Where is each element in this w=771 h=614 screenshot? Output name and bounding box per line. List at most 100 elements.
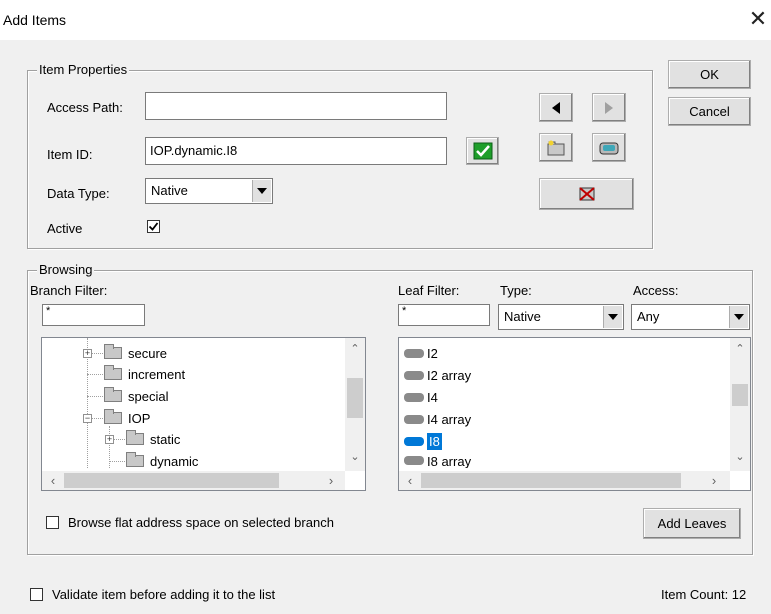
folder-icon bbox=[104, 344, 122, 359]
leaf-item-label: I4 bbox=[427, 389, 438, 405]
branch-filter-input[interactable]: * bbox=[42, 304, 145, 326]
close-icon[interactable]: ✕ bbox=[746, 6, 770, 32]
leaf-item-label: I8 array bbox=[427, 454, 472, 468]
tree-item-label: secure bbox=[128, 345, 168, 361]
data-type-select[interactable]: Native bbox=[145, 178, 273, 204]
item-id-label: Item ID: bbox=[47, 147, 93, 162]
validate-label: Validate item before adding it to the li… bbox=[52, 587, 276, 602]
window-title: Add Items bbox=[3, 12, 67, 28]
branch-tree[interactable]: + − + secure increment special IOP stati… bbox=[41, 337, 366, 491]
branch-filter-label: Branch Filter: bbox=[30, 283, 108, 298]
leaf-item-i8[interactable]: I8 bbox=[404, 430, 442, 452]
new-item-icon bbox=[547, 140, 565, 155]
tree-item-special[interactable]: special bbox=[104, 386, 168, 406]
type-label: Type: bbox=[500, 283, 532, 298]
chevron-down-icon[interactable] bbox=[603, 306, 622, 328]
tree-item-label: increment bbox=[128, 366, 186, 382]
folder-icon bbox=[126, 430, 144, 445]
title-bar bbox=[0, 0, 771, 40]
tree-item-secure[interactable]: secure bbox=[104, 343, 167, 363]
scroll-thumb[interactable] bbox=[347, 378, 363, 418]
leaf-icon bbox=[404, 456, 424, 465]
tree-vertical-scrollbar[interactable]: ⌃ ⌄ bbox=[345, 338, 365, 471]
cancel-button[interactable]: Cancel bbox=[668, 97, 751, 126]
tree-horizontal-scrollbar[interactable]: ‹ › bbox=[42, 471, 345, 490]
tree-line bbox=[87, 374, 105, 375]
leaf-horizontal-scrollbar[interactable]: ‹ › bbox=[399, 471, 730, 490]
browse-flat-checkbox[interactable] bbox=[46, 516, 59, 529]
browse-flat-label: Browse flat address space on selected br… bbox=[68, 515, 334, 530]
scroll-up-icon[interactable]: ⌃ bbox=[730, 342, 750, 355]
item-count: Item Count: 12 bbox=[661, 587, 747, 602]
collapse-icon[interactable]: − bbox=[83, 414, 92, 423]
add-leaves-button[interactable]: Add Leaves bbox=[643, 508, 741, 539]
tree-item-increment[interactable]: increment bbox=[104, 364, 185, 384]
scroll-right-icon[interactable]: › bbox=[707, 473, 721, 488]
scroll-down-icon[interactable]: ⌄ bbox=[345, 450, 365, 463]
access-path-input[interactable] bbox=[145, 92, 447, 120]
duplicate-icon bbox=[599, 142, 619, 154]
folder-icon bbox=[104, 365, 122, 380]
access-select[interactable]: Any bbox=[631, 304, 750, 330]
item-id-input[interactable]: IOP.dynamic.I8 bbox=[145, 137, 447, 165]
leaf-icon bbox=[404, 392, 424, 402]
leaf-item-label: I4 array bbox=[427, 411, 472, 427]
leaf-icon bbox=[404, 436, 424, 446]
tree-item-label: IOP bbox=[128, 410, 151, 426]
delete-icon bbox=[578, 187, 595, 201]
leaf-icon bbox=[404, 414, 424, 424]
type-select[interactable]: Native bbox=[498, 304, 624, 330]
scroll-thumb[interactable] bbox=[421, 473, 681, 488]
tree-item-label: special bbox=[128, 388, 169, 404]
checkmark-icon bbox=[473, 142, 492, 160]
active-label: Active bbox=[47, 221, 83, 236]
validate-checkbox[interactable] bbox=[30, 588, 43, 601]
tree-item-iop[interactable]: IOP bbox=[104, 408, 150, 428]
validate-item-button[interactable] bbox=[466, 137, 499, 165]
item-properties-label: Item Properties bbox=[37, 62, 130, 77]
leaf-icon bbox=[404, 370, 424, 380]
scroll-right-icon[interactable]: › bbox=[324, 473, 338, 488]
leaf-item-i8-array[interactable]: I8 array bbox=[404, 452, 471, 468]
leaf-list[interactable]: I2 I2 array I4 I4 array I8 I8 array ⌃ ⌄ … bbox=[398, 337, 751, 491]
leaf-vertical-scrollbar[interactable]: ⌃ ⌄ bbox=[730, 338, 750, 471]
arrow-right-icon bbox=[605, 101, 613, 114]
expand-icon[interactable]: + bbox=[83, 349, 92, 358]
leaf-filter-label: Leaf Filter: bbox=[398, 283, 460, 298]
tree-line bbox=[109, 461, 127, 462]
leaf-filter-input[interactable]: * bbox=[398, 304, 490, 326]
tree-item-label: static bbox=[150, 431, 181, 447]
leaf-item-label: I2 array bbox=[427, 367, 472, 383]
scroll-left-icon[interactable]: ‹ bbox=[403, 473, 417, 488]
leaf-item-i4[interactable]: I4 bbox=[404, 386, 438, 408]
tree-item-dynamic[interactable]: dynamic bbox=[126, 451, 198, 471]
arrow-left-icon bbox=[552, 101, 560, 114]
scroll-thumb[interactable] bbox=[732, 384, 748, 406]
leaf-item-i2[interactable]: I2 bbox=[404, 342, 438, 364]
leaf-item-i2-array[interactable]: I2 array bbox=[404, 364, 471, 386]
access-label: Access: bbox=[633, 283, 679, 298]
chevron-down-icon[interactable] bbox=[729, 306, 748, 328]
check-icon bbox=[148, 222, 159, 231]
scroll-left-icon[interactable]: ‹ bbox=[46, 473, 60, 488]
data-type-label: Data Type: bbox=[47, 186, 110, 201]
duplicate-item-button[interactable] bbox=[592, 133, 626, 162]
ok-button[interactable]: OK bbox=[668, 60, 751, 89]
scroll-up-icon[interactable]: ⌃ bbox=[345, 342, 365, 355]
new-item-button[interactable] bbox=[539, 133, 573, 162]
expand-icon[interactable]: + bbox=[105, 435, 114, 444]
chevron-down-icon[interactable] bbox=[252, 180, 271, 202]
leaf-item-i4-array[interactable]: I4 array bbox=[404, 408, 471, 430]
scroll-down-icon[interactable]: ⌄ bbox=[730, 450, 750, 463]
scroll-thumb[interactable] bbox=[64, 473, 279, 488]
leaf-icon bbox=[404, 348, 424, 358]
access-value: Any bbox=[637, 309, 660, 324]
active-checkbox[interactable] bbox=[147, 220, 160, 233]
data-type-value: Native bbox=[151, 183, 188, 198]
tree-item-static[interactable]: static bbox=[126, 429, 180, 449]
browsing-label: Browsing bbox=[37, 262, 95, 277]
previous-button[interactable] bbox=[539, 93, 573, 122]
next-button[interactable] bbox=[592, 93, 626, 122]
leaf-item-label: I8 bbox=[427, 432, 442, 450]
delete-item-button[interactable] bbox=[539, 178, 634, 210]
